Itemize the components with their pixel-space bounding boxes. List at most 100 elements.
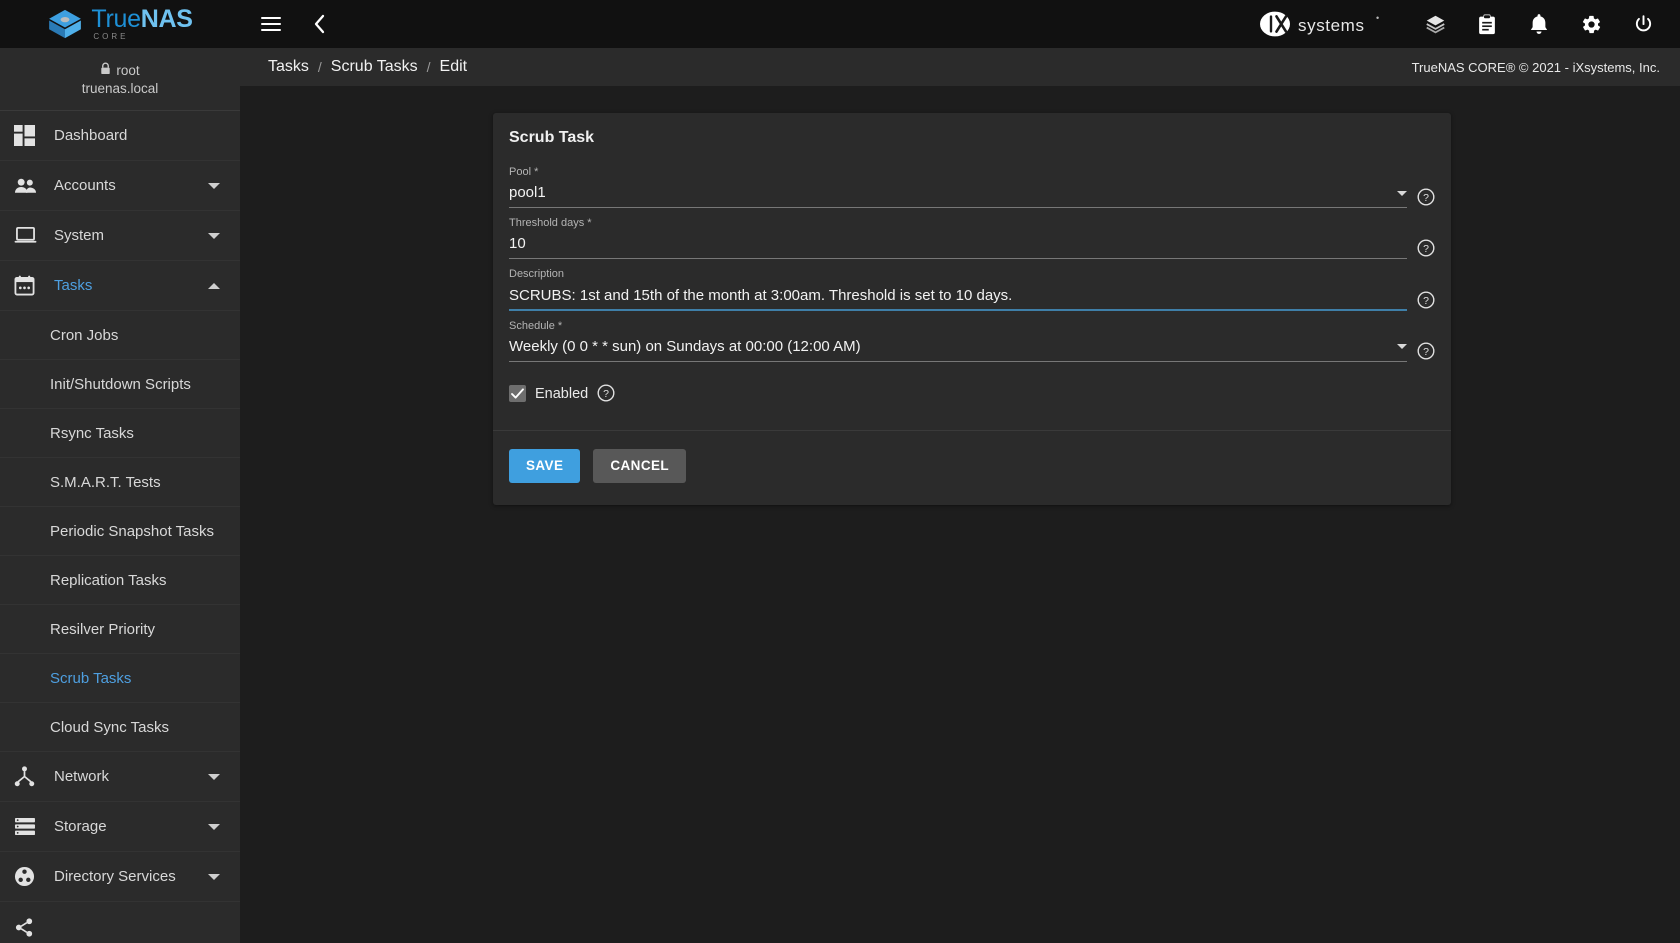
truenas-logo[interactable]: TrueNAS CORE — [47, 7, 193, 41]
schedule-dropdown-caret-icon[interactable] — [1397, 344, 1407, 350]
sidebar-subitem-init-shutdown-scripts[interactable]: Init/Shutdown Scripts — [0, 360, 240, 409]
chevron-down-icon[interactable] — [208, 773, 220, 780]
svg-text:?: ? — [1423, 346, 1429, 358]
checkmark-icon — [511, 388, 524, 399]
power-icon[interactable] — [1628, 9, 1658, 39]
brand-edition: CORE — [93, 32, 129, 41]
svg-text:?: ? — [603, 388, 609, 400]
brand-name-bold: NAS — [140, 5, 193, 33]
tasks-clipboard-icon[interactable] — [1472, 9, 1502, 39]
chevron-up-icon[interactable] — [208, 282, 220, 289]
hamburger-lines — [261, 17, 281, 31]
chevron-down-icon[interactable] — [208, 823, 220, 830]
sidebar-item-directory-services[interactable]: Directory Services — [0, 852, 240, 902]
brand-name-light: True — [91, 5, 141, 33]
calendar-icon — [14, 275, 35, 296]
schedule-select-value[interactable] — [509, 336, 1389, 357]
sidebar-user-block: root truenas.local — [0, 48, 240, 111]
threshold-days-input[interactable] — [509, 234, 1407, 255]
ixsystems-wordmark-icon: systems • — [1260, 11, 1379, 37]
description-inputline[interactable] — [509, 285, 1407, 311]
chevron-down-icon[interactable] — [208, 182, 220, 189]
body-wrapper: root truenas.local Dashboard Accounts Sy… — [0, 48, 1680, 943]
sidebar-subitem-rsync-tasks[interactable]: Rsync Tasks — [0, 409, 240, 458]
form-actions: SAVE CANCEL — [493, 431, 1451, 505]
sidebar-item-label: Network — [54, 768, 110, 785]
back-icon[interactable] — [304, 9, 334, 39]
copyright-text: TrueNAS CORE® © 2021 - iXsystems, Inc. — [1411, 59, 1660, 75]
directory-nodes-icon — [14, 866, 35, 887]
sidebar-subitem-label: Scrub Tasks — [50, 669, 132, 687]
sidebar-item-tasks[interactable]: Tasks — [0, 261, 240, 311]
sidebar-subitem-cloud-sync-tasks[interactable]: Cloud Sync Tasks — [0, 703, 240, 752]
description-help-icon[interactable]: ? — [1417, 291, 1435, 309]
sidebar-subitem-label: Rsync Tasks — [50, 424, 134, 442]
sidebar-subitem-label: Resilver Priority — [50, 620, 156, 638]
svg-text:systems: systems — [1298, 16, 1365, 35]
pool-help-icon[interactable]: ? — [1417, 188, 1435, 206]
menu-icon[interactable] — [256, 9, 286, 39]
sidebar-subitem-resilver-priority[interactable]: Resilver Priority — [0, 605, 240, 654]
description-input[interactable] — [509, 285, 1407, 306]
tasks-calendar-icon — [14, 275, 48, 296]
enabled-help-icon[interactable]: ? — [597, 384, 615, 402]
cancel-button[interactable]: CANCEL — [593, 448, 687, 483]
sidebar-subitem-label: Cloud Sync Tasks — [50, 718, 169, 736]
schedule-inputline[interactable] — [509, 336, 1407, 362]
chevron-down-icon[interactable] — [208, 873, 220, 880]
sidebar-subitem-replication-tasks[interactable]: Replication Tasks — [0, 556, 240, 605]
content-area: Scrub Task Pool * pool1 ? Threshold days… — [240, 86, 1680, 943]
schedule-field: Schedule * — [509, 320, 1407, 362]
breadcrumb-item-tasks[interactable]: Tasks — [268, 58, 309, 76]
sidebar-subitem-cron-jobs[interactable]: Cron Jobs — [0, 311, 240, 360]
threshold-days-inputline[interactable] — [509, 234, 1407, 260]
sidebar-item-storage[interactable]: Storage — [0, 802, 240, 852]
description-field: Description — [509, 268, 1407, 311]
question-circle-icon: ? — [1417, 342, 1435, 360]
enabled-checkbox[interactable] — [509, 385, 526, 403]
breadcrumb-item-scrub-tasks[interactable]: Scrub Tasks — [331, 58, 418, 76]
pool-select-value[interactable] — [509, 183, 1389, 204]
pool-dropdown-caret-icon[interactable] — [1397, 190, 1407, 196]
form-title: Scrub Task — [509, 129, 595, 146]
field-row-schedule: Schedule * ? — [509, 311, 1435, 362]
pool-inputline[interactable] — [509, 183, 1407, 209]
chevron-down-icon[interactable] — [208, 232, 220, 239]
sidebar-subitem-periodic-snapshot-tasks[interactable]: Periodic Snapshot Tasks — [0, 507, 240, 556]
sharing-icon — [14, 917, 48, 938]
schedule-help-icon[interactable]: ? — [1417, 342, 1435, 360]
jails-icon[interactable] — [1420, 9, 1450, 39]
directory-services-icon — [14, 866, 48, 887]
jails-layers-icon — [1425, 15, 1445, 33]
svg-text:?: ? — [1423, 192, 1429, 204]
notifications-bell-icon[interactable] — [1524, 9, 1554, 39]
sidebar-item-label: Tasks — [54, 277, 93, 294]
breadcrumb-item-edit: Edit — [439, 58, 468, 75]
laptop-icon — [14, 226, 37, 243]
threshold-days-help-icon[interactable]: ? — [1417, 239, 1435, 257]
sidebar-item-partial[interactable] — [0, 902, 240, 943]
sidebar-subitem-label: Cron Jobs — [50, 326, 119, 344]
sidebar-subitem-label: Periodic Snapshot Tasks — [50, 522, 214, 540]
svg-text:?: ? — [1423, 243, 1429, 255]
topbar-right-icons: systems • — [1258, 9, 1680, 39]
schedule-label: Schedule * — [509, 319, 563, 332]
sidebar-item-system[interactable]: System — [0, 211, 240, 261]
sidebar-subitem-scrub-tasks[interactable]: Scrub Tasks — [0, 654, 240, 703]
threshold-days-label: Threshold days * — [509, 217, 592, 230]
save-button[interactable]: SAVE — [509, 448, 581, 483]
sidebar-item-dashboard[interactable]: Dashboard — [0, 111, 240, 161]
threshold-days-field: Threshold days * — [509, 217, 1407, 260]
sidebar-subitem-smart-tests[interactable]: S.M.A.R.T. Tests — [0, 458, 240, 507]
sidebar-username-row: root — [0, 62, 240, 78]
sidebar-navigation: root truenas.local Dashboard Accounts Sy… — [0, 48, 240, 943]
settings-gear-icon[interactable] — [1576, 9, 1606, 39]
people-icon — [14, 178, 37, 193]
breadcrumb-bar: Tasks / Scrub Tasks / Edit TrueNAS CORE®… — [240, 48, 1680, 86]
sidebar-item-accounts[interactable]: Accounts — [0, 161, 240, 211]
sidebar-item-network[interactable]: Network — [0, 752, 240, 802]
breadcrumb: Tasks / Scrub Tasks / Edit — [268, 58, 467, 76]
chevron-left-icon — [314, 14, 324, 34]
truenas-wordmark: TrueNAS CORE — [91, 7, 192, 41]
padlock-icon — [101, 62, 111, 74]
